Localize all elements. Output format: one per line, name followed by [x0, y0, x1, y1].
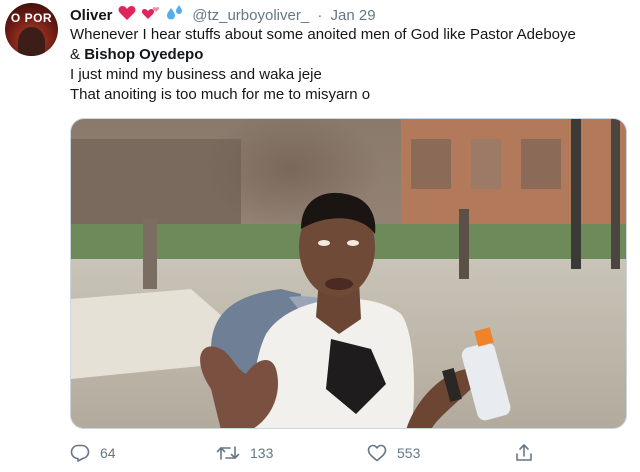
tweet-photo[interactable]: [70, 118, 627, 429]
avatar-text: O POR: [10, 11, 53, 25]
author-name[interactable]: Oliver: [70, 7, 113, 24]
tweet-header: Oliver @tz_urboyoliver_ · Jan 29: [70, 4, 376, 24]
tweet-date[interactable]: Jan 29: [331, 7, 376, 24]
photo-man-holding-bottle: [71, 119, 626, 428]
red-heart-icon: [118, 5, 136, 27]
avatar-figure: [18, 27, 45, 56]
ampersand-text: &: [70, 46, 85, 63]
author-handle[interactable]: @tz_urboyoliver_: [192, 7, 309, 24]
author-avatar[interactable]: O POR: [5, 3, 58, 56]
like-count: 553: [397, 445, 421, 461]
share-button[interactable]: [514, 440, 534, 466]
reply-button[interactable]: 64: [70, 440, 116, 466]
header-separator: ·: [317, 6, 323, 24]
share-icon: [514, 443, 534, 463]
tweet-text: Whenever I hear stuffs about some anoite…: [70, 25, 630, 105]
reply-count: 64: [100, 445, 116, 461]
retweet-icon: [216, 444, 240, 462]
heart-icon: [367, 444, 387, 462]
retweet-count: 133: [250, 445, 274, 461]
bishop-name-text: Bishop Oyedepo: [84, 46, 204, 63]
reply-icon: [70, 444, 90, 462]
tweet-actions: 64 133 553: [70, 440, 630, 466]
tweet-line: & Bishop Oyedepo: [70, 45, 630, 65]
like-button[interactable]: 553: [367, 440, 420, 466]
tweet-line: That anoiting is too much for me to misy…: [70, 86, 371, 103]
retweet-button[interactable]: 133: [216, 440, 273, 466]
tweet-line: I just mind my business and waka jeje: [70, 66, 322, 83]
tweet-line: Whenever I hear stuffs about some anoite…: [70, 26, 576, 43]
